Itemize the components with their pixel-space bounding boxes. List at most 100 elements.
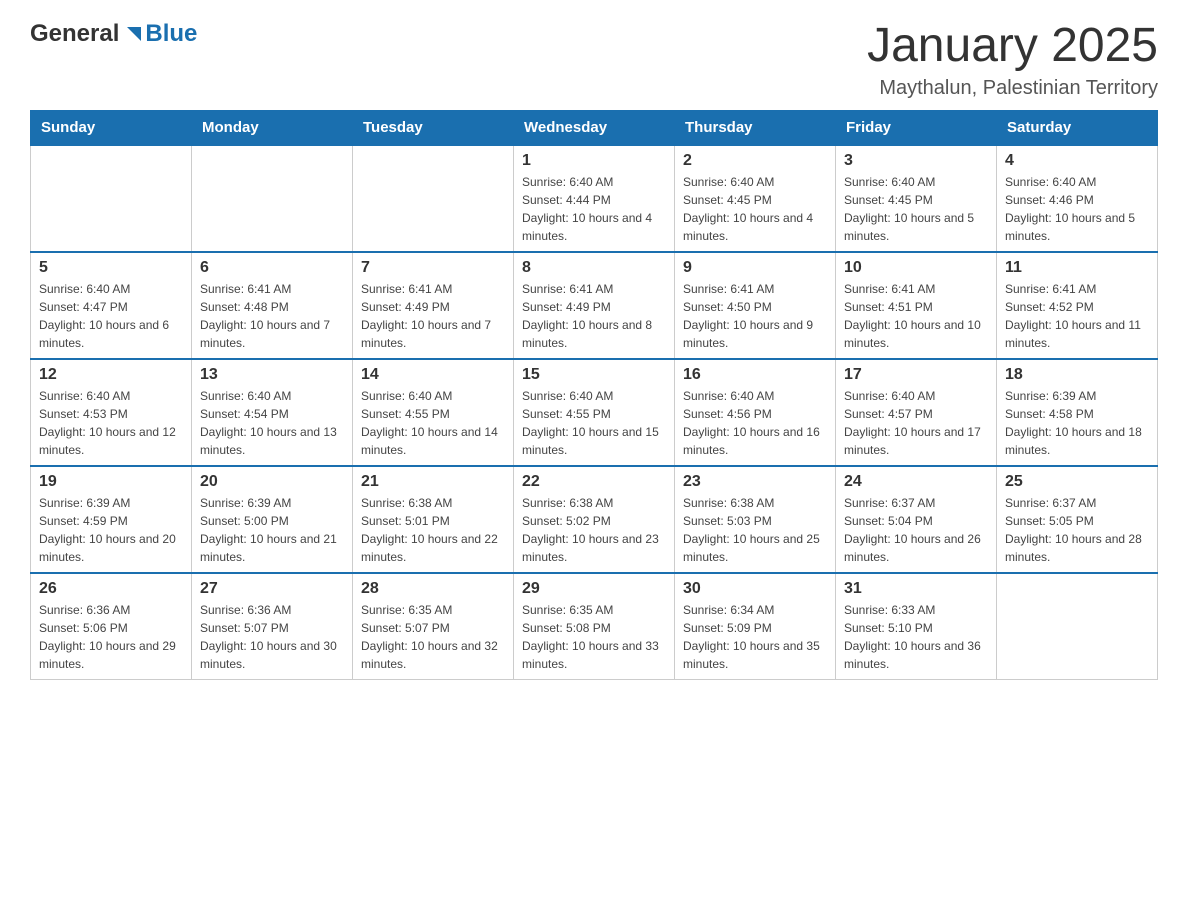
weekday-header-saturday: Saturday: [997, 110, 1158, 145]
day-number: 23: [683, 473, 827, 491]
day-number: 27: [200, 580, 344, 598]
day-number: 7: [361, 259, 505, 277]
day-info: Sunrise: 6:40 AMSunset: 4:54 PMDaylight:…: [200, 387, 344, 459]
day-cell: 2 Sunrise: 6:40 AMSunset: 4:45 PMDaylight…: [675, 145, 836, 252]
day-number: 26: [39, 580, 183, 598]
weekday-header-tuesday: Tuesday: [353, 110, 514, 145]
day-number: 30: [683, 580, 827, 598]
day-number: 1: [522, 152, 666, 170]
day-info: Sunrise: 6:41 AMSunset: 4:50 PMDaylight:…: [683, 280, 827, 352]
day-number: 10: [844, 259, 988, 277]
day-cell: 26Sunrise: 6:36 AMSunset: 5:06 PMDayligh…: [31, 573, 192, 680]
day-number: 31: [844, 580, 988, 598]
day-number: 15: [522, 366, 666, 384]
day-cell: 30 Sunrise: 6:34 AMSunset: 5:09 PMDayligh…: [675, 573, 836, 680]
day-number: 11: [1005, 259, 1149, 277]
day-cell: 28 Sunrise: 6:35 AMSunset: 5:07 PMDayligh…: [353, 573, 514, 680]
day-info: Sunrise: 6:39 AMSunset: 4:59 PMDaylight:…: [39, 494, 183, 566]
day-number: 21: [361, 473, 505, 491]
day-info: Sunrise: 6:41 AMSunset: 4:51 PMDaylight:…: [844, 280, 988, 352]
day-info: Sunrise: 6:40 AMSunset: 4:47 PMDaylight:…: [39, 280, 183, 352]
day-info: Sunrise: 6:40 AMSunset: 4:45 PMDaylight:…: [844, 173, 988, 245]
logo-triangle-icon: [123, 23, 145, 45]
day-cell: 25 Sunrise: 6:37 AMSunset: 5:05 PMDayligh…: [997, 466, 1158, 573]
day-cell: 4 Sunrise: 6:40 AMSunset: 4:46 PMDaylight…: [997, 145, 1158, 252]
day-cell: 15 Sunrise: 6:40 AMSunset: 4:55 PMDayligh…: [514, 359, 675, 466]
logo-general-text: General: [30, 20, 119, 48]
weekday-header-wednesday: Wednesday: [514, 110, 675, 145]
day-info: Sunrise: 6:41 AMSunset: 4:49 PMDaylight:…: [522, 280, 666, 352]
day-info: Sunrise: 6:37 AMSunset: 5:04 PMDaylight:…: [844, 494, 988, 566]
day-number: 4: [1005, 152, 1149, 170]
weekday-header-sunday: Sunday: [31, 110, 192, 145]
day-cell: 1 Sunrise: 6:40 AMSunset: 4:44 PMDaylight…: [514, 145, 675, 252]
day-number: 13: [200, 366, 344, 384]
day-cell: 7 Sunrise: 6:41 AMSunset: 4:49 PMDaylight…: [353, 252, 514, 359]
logo: General Blue: [30, 20, 197, 48]
calendar-title: January 2025: [867, 20, 1158, 73]
day-info: Sunrise: 6:35 AMSunset: 5:07 PMDaylight:…: [361, 601, 505, 673]
day-number: 9: [683, 259, 827, 277]
day-cell: 16Sunrise: 6:40 AMSunset: 4:56 PMDayligh…: [675, 359, 836, 466]
day-cell: 10 Sunrise: 6:41 AMSunset: 4:51 PMDayligh…: [836, 252, 997, 359]
day-cell: [353, 145, 514, 252]
week-row-1: 1 Sunrise: 6:40 AMSunset: 4:44 PMDaylight…: [31, 145, 1158, 252]
day-cell: 13 Sunrise: 6:40 AMSunset: 4:54 PMDayligh…: [192, 359, 353, 466]
day-info: Sunrise: 6:39 AMSunset: 5:00 PMDaylight:…: [200, 494, 344, 566]
day-info: Sunrise: 6:38 AMSunset: 5:01 PMDaylight:…: [361, 494, 505, 566]
day-info: Sunrise: 6:40 AMSunset: 4:46 PMDaylight:…: [1005, 173, 1149, 245]
day-number: 18: [1005, 366, 1149, 384]
day-number: 8: [522, 259, 666, 277]
day-info: Sunrise: 6:41 AMSunset: 4:49 PMDaylight:…: [361, 280, 505, 352]
week-row-4: 19Sunrise: 6:39 AMSunset: 4:59 PMDayligh…: [31, 466, 1158, 573]
day-cell: 14Sunrise: 6:40 AMSunset: 4:55 PMDayligh…: [353, 359, 514, 466]
day-cell: 3 Sunrise: 6:40 AMSunset: 4:45 PMDaylight…: [836, 145, 997, 252]
day-number: 29: [522, 580, 666, 598]
day-number: 3: [844, 152, 988, 170]
day-info: Sunrise: 6:39 AMSunset: 4:58 PMDaylight:…: [1005, 387, 1149, 459]
day-number: 16: [683, 366, 827, 384]
day-cell: 5 Sunrise: 6:40 AMSunset: 4:47 PMDaylight…: [31, 252, 192, 359]
weekday-header-row: SundayMondayTuesdayWednesdayThursdayFrid…: [31, 110, 1158, 145]
day-info: Sunrise: 6:35 AMSunset: 5:08 PMDaylight:…: [522, 601, 666, 673]
calendar-table: SundayMondayTuesdayWednesdayThursdayFrid…: [30, 110, 1158, 680]
weekday-header-friday: Friday: [836, 110, 997, 145]
day-cell: 20 Sunrise: 6:39 AMSunset: 5:00 PMDayligh…: [192, 466, 353, 573]
week-row-3: 12 Sunrise: 6:40 AMSunset: 4:53 PMDayligh…: [31, 359, 1158, 466]
day-cell: [31, 145, 192, 252]
day-info: Sunrise: 6:40 AMSunset: 4:55 PMDaylight:…: [361, 387, 505, 459]
day-info: Sunrise: 6:34 AMSunset: 5:09 PMDaylight:…: [683, 601, 827, 673]
day-cell: 19Sunrise: 6:39 AMSunset: 4:59 PMDayligh…: [31, 466, 192, 573]
day-info: Sunrise: 6:40 AMSunset: 4:44 PMDaylight:…: [522, 173, 666, 245]
day-info: Sunrise: 6:41 AMSunset: 4:48 PMDaylight:…: [200, 280, 344, 352]
day-number: 20: [200, 473, 344, 491]
day-number: 22: [522, 473, 666, 491]
calendar-subtitle: Maythalun, Palestinian Territory: [867, 77, 1158, 100]
day-info: Sunrise: 6:37 AMSunset: 5:05 PMDaylight:…: [1005, 494, 1149, 566]
day-cell: 22Sunrise: 6:38 AMSunset: 5:02 PMDayligh…: [514, 466, 675, 573]
day-cell: 29 Sunrise: 6:35 AMSunset: 5:08 PMDayligh…: [514, 573, 675, 680]
day-number: 2: [683, 152, 827, 170]
day-cell: 27 Sunrise: 6:36 AMSunset: 5:07 PMDayligh…: [192, 573, 353, 680]
day-number: 12: [39, 366, 183, 384]
day-info: Sunrise: 6:40 AMSunset: 4:45 PMDaylight:…: [683, 173, 827, 245]
day-cell: [997, 573, 1158, 680]
day-number: 5: [39, 259, 183, 277]
day-info: Sunrise: 6:36 AMSunset: 5:07 PMDaylight:…: [200, 601, 344, 673]
day-info: Sunrise: 6:41 AMSunset: 4:52 PMDaylight:…: [1005, 280, 1149, 352]
day-info: Sunrise: 6:38 AMSunset: 5:03 PMDaylight:…: [683, 494, 827, 566]
day-number: 24: [844, 473, 988, 491]
week-row-2: 5 Sunrise: 6:40 AMSunset: 4:47 PMDaylight…: [31, 252, 1158, 359]
day-number: 28: [361, 580, 505, 598]
day-info: Sunrise: 6:40 AMSunset: 4:55 PMDaylight:…: [522, 387, 666, 459]
day-cell: 8 Sunrise: 6:41 AMSunset: 4:49 PMDaylight…: [514, 252, 675, 359]
logo-blue-text: Blue: [145, 20, 197, 48]
day-info: Sunrise: 6:40 AMSunset: 4:53 PMDaylight:…: [39, 387, 183, 459]
day-number: 6: [200, 259, 344, 277]
day-cell: [192, 145, 353, 252]
day-cell: 11 Sunrise: 6:41 AMSunset: 4:52 PMDayligh…: [997, 252, 1158, 359]
day-cell: 31Sunrise: 6:33 AMSunset: 5:10 PMDayligh…: [836, 573, 997, 680]
day-number: 25: [1005, 473, 1149, 491]
week-row-5: 26Sunrise: 6:36 AMSunset: 5:06 PMDayligh…: [31, 573, 1158, 680]
day-info: Sunrise: 6:40 AMSunset: 4:57 PMDaylight:…: [844, 387, 988, 459]
